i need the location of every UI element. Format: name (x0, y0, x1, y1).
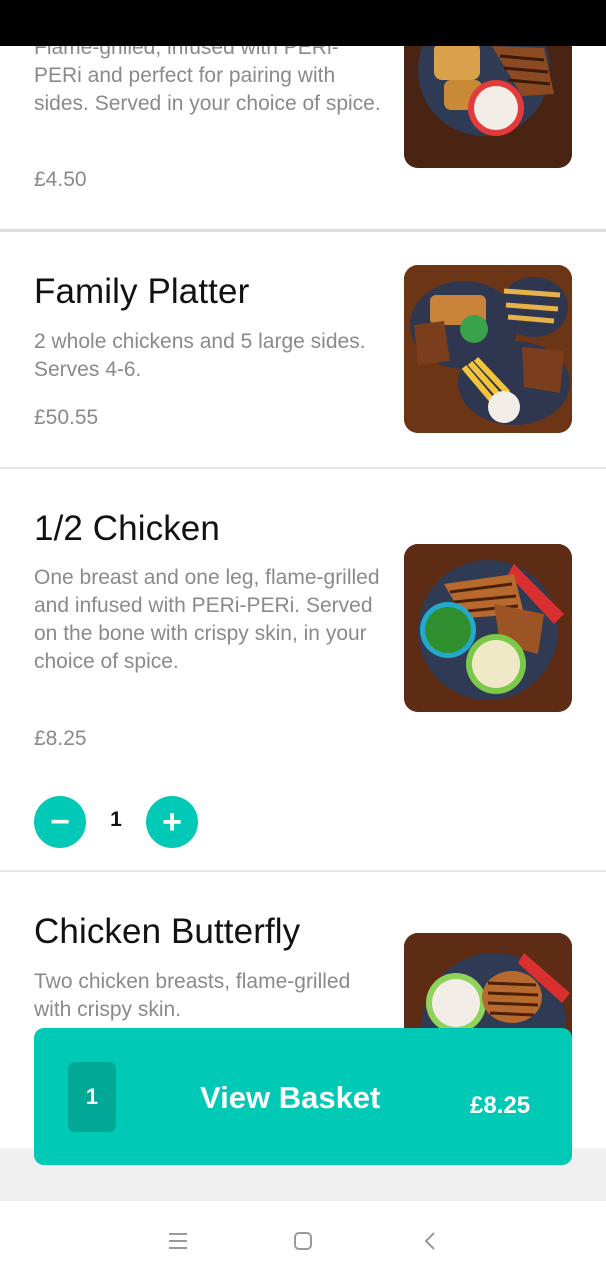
family-platter-photo (404, 265, 572, 433)
item-title: 1/2 Chicken (34, 509, 220, 548)
decrement-button[interactable]: − (34, 796, 86, 848)
home-square-icon[interactable] (289, 1227, 317, 1255)
menu-icon[interactable] (164, 1227, 192, 1255)
basket-count-badge: 1 (68, 1062, 116, 1132)
plus-icon: + (162, 803, 182, 841)
item-title: Family Platter (34, 272, 250, 311)
menu-item[interactable]: Family Platter 2 whole chickens and 5 la… (0, 232, 606, 468)
item-price: £50.55 (34, 406, 99, 429)
basket-label: View Basket (200, 1080, 381, 1115)
system-nav-bar (0, 1200, 606, 1280)
item-price: £8.25 (34, 727, 87, 750)
item-description: 2 whole chickens and 5 large sides. Serv… (34, 330, 366, 381)
view-basket-button[interactable]: 1 View Basket £8.25 (34, 1028, 572, 1165)
item-price: £4.50 (34, 168, 87, 191)
quantity-value: 1 (110, 808, 122, 831)
half-chicken-photo (404, 544, 572, 712)
item-description: Two chicken breasts, flame-grilled with … (34, 970, 351, 1021)
item-description: Flame-grilled, infused with PERi-PERi an… (34, 36, 381, 115)
menu-list: Flame-grilled, infused with PERi-PERi an… (0, 0, 606, 1148)
quantity-stepper: − 1 + (34, 796, 204, 848)
status-bar (0, 0, 606, 46)
back-chevron-icon[interactable] (416, 1227, 444, 1255)
item-title: Chicken Butterfly (34, 912, 301, 951)
minus-icon: − (50, 803, 70, 841)
basket-total: £8.25 (470, 1092, 531, 1119)
increment-button[interactable]: + (146, 796, 198, 848)
item-description: One breast and one leg, flame-grilled an… (34, 566, 380, 673)
